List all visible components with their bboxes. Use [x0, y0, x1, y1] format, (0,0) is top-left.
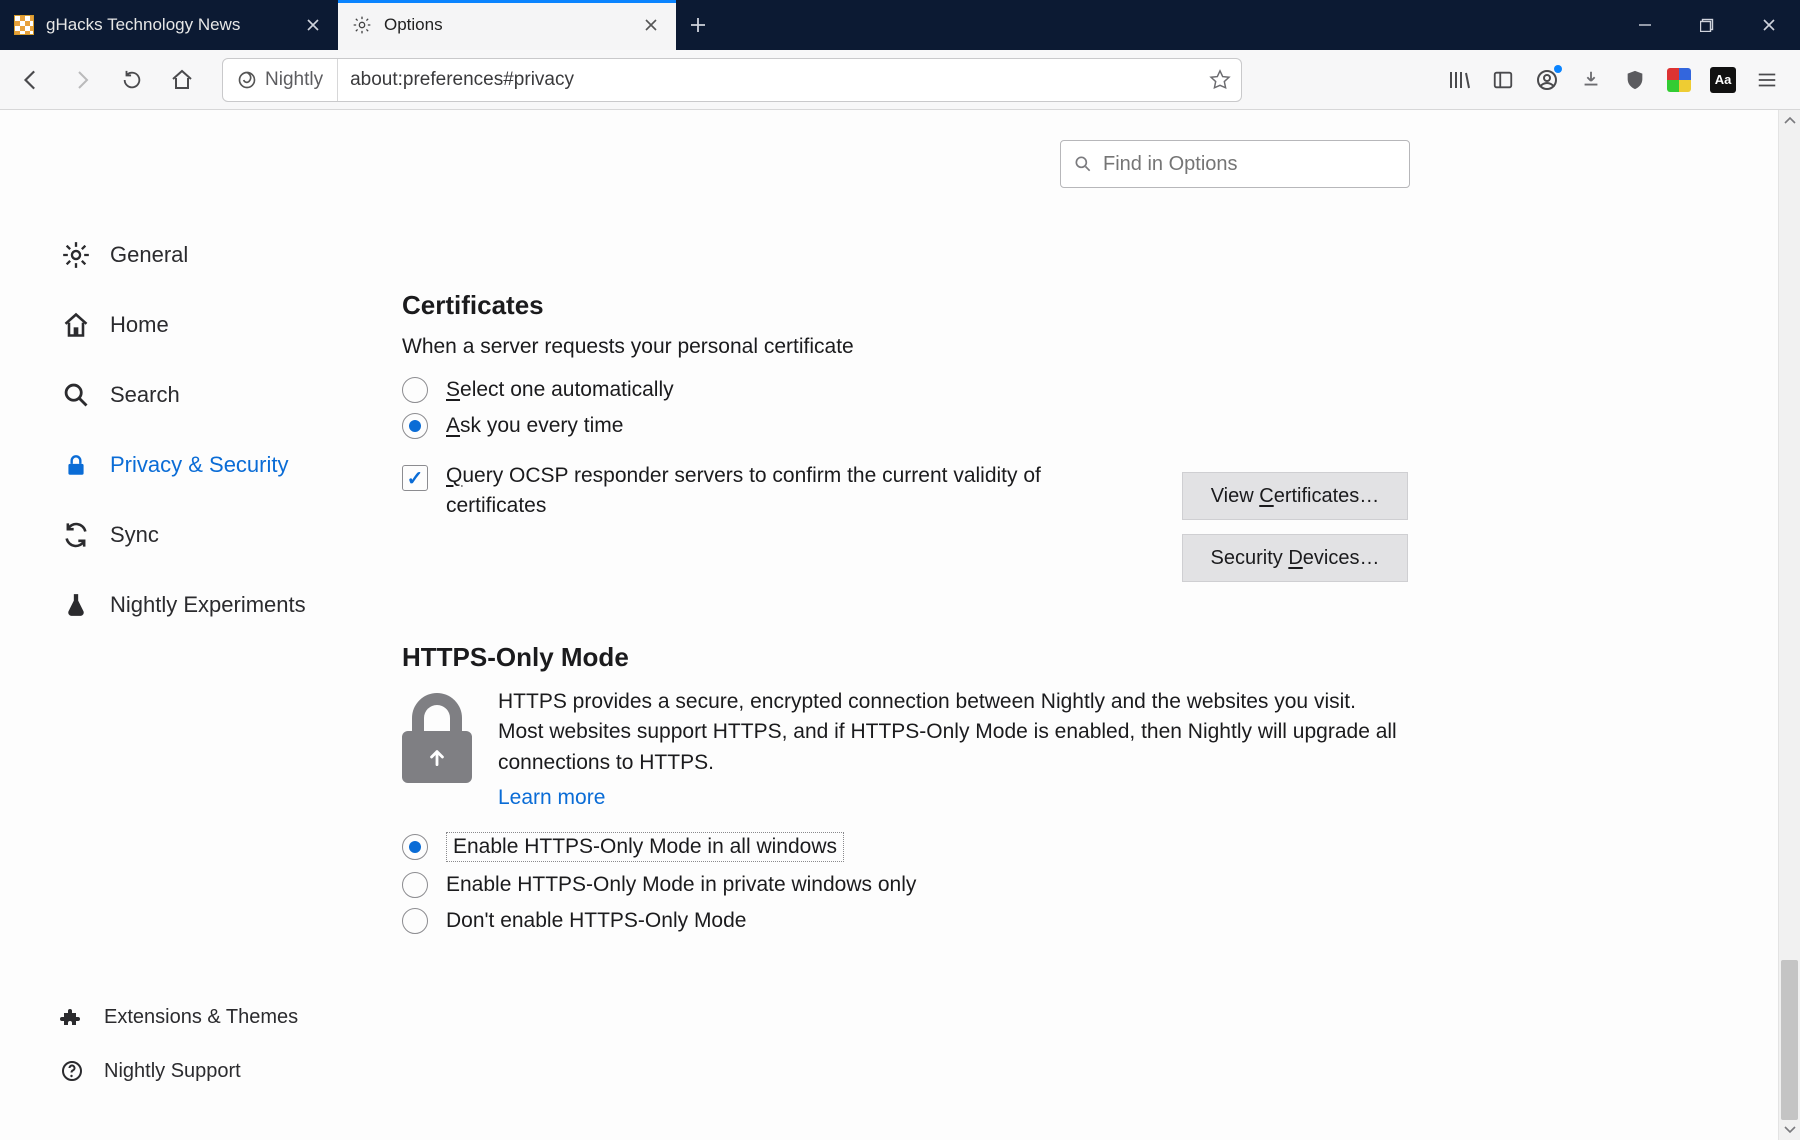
radio-https-off[interactable]: Don't enable HTTPS-Only Mode: [402, 908, 1420, 934]
nav-toolbar: Nightly about:preferences#privacy Aa: [0, 50, 1800, 110]
sidebar-item-experiments[interactable]: Nightly Experiments: [60, 570, 380, 640]
flask-icon: [60, 589, 92, 621]
radio-icon: [402, 834, 428, 860]
search-icon: [60, 379, 92, 411]
bookmark-star-icon[interactable]: [1199, 69, 1241, 91]
checkbox-ocsp[interactable]: Query OCSP responder servers to confirm …: [402, 461, 1102, 522]
toolbar-right: Aa: [1446, 67, 1788, 93]
tab-options[interactable]: Options: [338, 0, 676, 50]
tab-label: Options: [384, 15, 628, 35]
sidebar-item-label: Privacy & Security: [110, 452, 289, 478]
forward-button[interactable]: [62, 60, 102, 100]
account-icon[interactable]: [1534, 67, 1560, 93]
extension-icon-1[interactable]: [1578, 67, 1604, 93]
tab-ghacks[interactable]: gHacks Technology News: [0, 0, 338, 50]
search-icon: [1073, 154, 1093, 174]
new-tab-button[interactable]: [676, 0, 720, 50]
radio-label: Enable HTTPS-Only Mode in private window…: [446, 873, 916, 897]
identity-box[interactable]: Nightly: [223, 59, 338, 101]
sidebar-item-label: Nightly Experiments: [110, 592, 306, 618]
sidebar-item-label: Sync: [110, 522, 159, 548]
lock-icon: [60, 449, 92, 481]
home-icon: [60, 309, 92, 341]
tab-strip: gHacks Technology News Options: [0, 0, 1800, 50]
close-tab-icon[interactable]: [302, 14, 324, 36]
window-minimize[interactable]: [1614, 0, 1676, 50]
radio-icon: [402, 908, 428, 934]
hamburger-menu-icon[interactable]: [1754, 67, 1780, 93]
extension-icon-color[interactable]: [1666, 67, 1692, 93]
puzzle-icon: [60, 1005, 84, 1029]
https-lock-icon: [402, 693, 472, 783]
tab-label: gHacks Technology News: [46, 15, 290, 35]
section-heading-certificates: Certificates: [402, 290, 1420, 321]
learn-more-link[interactable]: Learn more: [498, 786, 605, 810]
radio-label: Don't enable HTTPS-Only Mode: [446, 909, 746, 933]
radio-icon: [402, 377, 428, 403]
reload-button[interactable]: [112, 60, 152, 100]
certificates-subtext: When a server requests your personal cer…: [402, 335, 1420, 359]
sidebar-item-search[interactable]: Search: [60, 360, 380, 430]
section-heading-https: HTTPS-Only Mode: [402, 642, 1420, 673]
window-maximize[interactable]: [1676, 0, 1738, 50]
sidebar-item-general[interactable]: General: [60, 220, 380, 290]
radio-ask-every-time[interactable]: Ask you every time: [402, 413, 1420, 439]
sidebar-item-extensions[interactable]: Extensions & Themes: [60, 990, 380, 1044]
radio-icon: [402, 872, 428, 898]
sidebar-item-label: Extensions & Themes: [104, 1006, 298, 1029]
url-text[interactable]: about:preferences#privacy: [338, 69, 1199, 91]
scroll-up-icon[interactable]: [1779, 110, 1800, 132]
view-certificates-button[interactable]: View Certificates…: [1182, 472, 1408, 520]
scroll-thumb[interactable]: [1781, 960, 1798, 1120]
sidebar-toggle-icon[interactable]: [1490, 67, 1516, 93]
ublock-icon[interactable]: [1622, 67, 1648, 93]
gear-icon: [60, 239, 92, 271]
sidebar-item-sync[interactable]: Sync: [60, 500, 380, 570]
radio-https-all[interactable]: Enable HTTPS-Only Mode in all windows: [402, 832, 1420, 862]
back-button[interactable]: [12, 60, 52, 100]
ghacks-favicon: [14, 15, 34, 35]
identity-label: Nightly: [265, 69, 323, 91]
help-icon: [60, 1059, 84, 1083]
notification-dot: [1554, 65, 1562, 73]
main-pane: Certificates When a server requests your…: [402, 290, 1420, 944]
sidebar-bottom: Extensions & Themes Nightly Support: [60, 990, 380, 1098]
close-tab-icon[interactable]: [640, 14, 662, 36]
preferences-page: General Home Search Privacy & Security S…: [0, 110, 1800, 1140]
radio-label: Enable HTTPS-Only Mode in all windows: [446, 832, 844, 862]
sidebar-item-label: Nightly Support: [104, 1060, 241, 1083]
window-controls: [1614, 0, 1800, 50]
sidebar-item-label: Search: [110, 382, 180, 408]
sidebar-item-privacy[interactable]: Privacy & Security: [60, 430, 380, 500]
category-sidebar: General Home Search Privacy & Security S…: [60, 220, 380, 640]
sidebar-item-label: Home: [110, 312, 169, 338]
find-input[interactable]: [1103, 153, 1397, 176]
url-bar[interactable]: Nightly about:preferences#privacy: [222, 58, 1242, 102]
radio-icon: [402, 413, 428, 439]
firefox-icon: [237, 70, 257, 90]
sync-icon: [60, 519, 92, 551]
sidebar-item-label: General: [110, 242, 188, 268]
security-devices-button[interactable]: Security Devices…: [1182, 534, 1408, 582]
sidebar-item-support[interactable]: Nightly Support: [60, 1044, 380, 1098]
gear-icon: [352, 15, 372, 35]
radio-select-auto[interactable]: Select one automatically: [402, 377, 1420, 403]
checkbox-icon: [402, 465, 428, 491]
certificate-buttons: View Certificates… Security Devices…: [1182, 472, 1408, 582]
scroll-down-icon[interactable]: [1779, 1118, 1800, 1140]
library-icon[interactable]: [1446, 67, 1472, 93]
https-description: HTTPS provides a secure, encrypted conne…: [498, 687, 1398, 778]
find-in-options[interactable]: [1060, 140, 1410, 188]
home-button[interactable]: [162, 60, 202, 100]
scrollbar[interactable]: [1778, 110, 1800, 1140]
font-size-icon[interactable]: Aa: [1710, 67, 1736, 93]
sidebar-item-home[interactable]: Home: [60, 290, 380, 360]
radio-https-private[interactable]: Enable HTTPS-Only Mode in private window…: [402, 872, 1420, 898]
window-close[interactable]: [1738, 0, 1800, 50]
